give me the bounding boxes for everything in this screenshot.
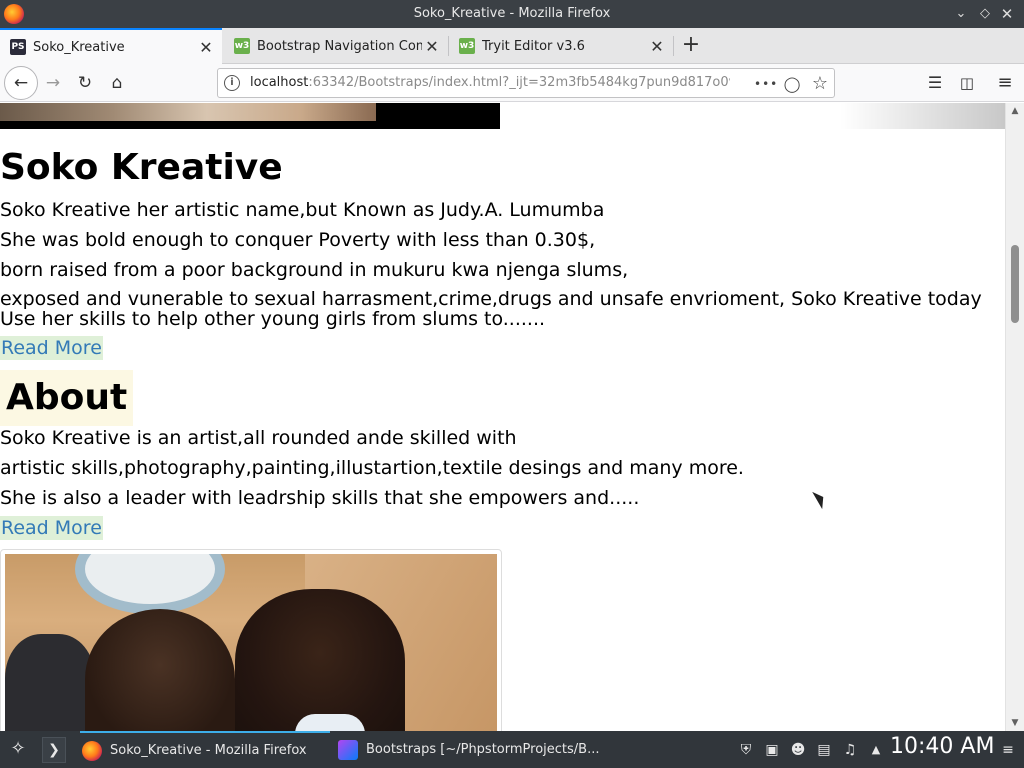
navigation-toolbar: ← → ↻ ⌂ i localhost:63342/Bootstraps/ind… — [0, 64, 1024, 102]
hamburger-menu-icon[interactable]: ≡ — [990, 68, 1020, 98]
tab-separator — [673, 36, 674, 56]
forward-button[interactable]: → — [38, 68, 68, 98]
tab-close-icon[interactable]: ✕ — [196, 38, 216, 57]
scroll-down-arrow-icon[interactable]: ▼ — [1006, 715, 1024, 731]
site-info-icon[interactable]: i — [224, 75, 240, 91]
hero-image — [0, 103, 500, 129]
about-line-1: Soko Kreative is an artist,all rounded a… — [0, 427, 517, 449]
read-more-link-2[interactable]: Read More — [0, 516, 103, 540]
tab-close-icon[interactable]: ✕ — [647, 37, 667, 56]
shield-icon[interactable]: ⛨ — [736, 740, 756, 760]
tab-bootstrap-navigation[interactable]: w3 Bootstrap Navigation Comp ✕ — [224, 28, 448, 64]
url-host: localhost — [250, 75, 309, 90]
about-heading: About — [0, 370, 134, 426]
taskbar: ✧ ❯ Soko_Kreative - Mozilla Firefox Boot… — [0, 731, 1024, 768]
about-line-2: artistic skills,photography,painting,ill… — [0, 457, 744, 479]
intro-line-4: exposed and vunerable to sexual harrasme… — [0, 288, 982, 330]
back-button[interactable]: ← — [4, 66, 38, 100]
about-line-3: She is also a leader with leadrship skil… — [0, 487, 640, 509]
window-titlebar: Soko_Kreative - Mozilla Firefox ⌄ ◇ ✕ — [0, 0, 1024, 28]
intro-line-3: born raised from a poor background in mu… — [0, 259, 629, 281]
firefox-icon — [82, 740, 102, 761]
vertical-scrollbar[interactable]: ▲ ▼ — [1005, 103, 1024, 731]
sidebar-icon[interactable]: ◫ — [952, 68, 982, 98]
url-path: :63342/Bootstraps/index.html?_ijt=32m3fb… — [308, 75, 730, 90]
page-actions-icon[interactable]: ••• — [754, 73, 777, 95]
network-icon[interactable]: ▣ — [762, 740, 782, 760]
page-heading: Soko Kreative — [0, 147, 283, 188]
taskbar-item-firefox[interactable]: Soko_Kreative - Mozilla Firefox — [80, 731, 330, 768]
phpstorm-favicon-icon: PS — [10, 39, 26, 55]
url-text[interactable]: localhost:63342/Bootstraps/index.html?_i… — [250, 75, 730, 90]
intro-line-1: Soko Kreative her artistic name,but Know… — [0, 199, 605, 221]
scroll-up-arrow-icon[interactable]: ▲ — [1006, 103, 1024, 119]
profile-photo — [5, 554, 497, 731]
tab-soko-kreative[interactable]: PS Soko_Kreative ✕ — [0, 28, 222, 64]
tab-close-icon[interactable]: ✕ — [422, 37, 442, 56]
phpstorm-icon — [338, 739, 358, 760]
bookmark-star-icon[interactable]: ☆ — [809, 73, 831, 95]
home-button[interactable]: ⌂ — [102, 68, 132, 98]
w3schools-favicon-icon: w3 — [234, 38, 250, 54]
window-title: Soko_Kreative - Mozilla Firefox — [413, 6, 611, 21]
taskbar-item-label: Soko_Kreative - Mozilla Firefox — [110, 743, 307, 758]
tab-label: Tryit Editor v3.6 — [482, 38, 585, 54]
app-launcher-icon[interactable]: ✧ — [8, 739, 28, 759]
scrollbar-thumb[interactable] — [1011, 245, 1019, 323]
clipboard-icon[interactable]: ▤ — [814, 740, 834, 760]
profile-photo-thumbnail — [0, 549, 502, 731]
read-more-link-1[interactable]: Read More — [0, 336, 103, 360]
tab-label: Soko_Kreative — [33, 39, 125, 55]
tab-label: Bootstrap Navigation Comp — [257, 38, 422, 54]
library-icon[interactable]: ☰ — [920, 68, 950, 98]
tab-tryit-editor[interactable]: w3 Tryit Editor v3.6 ✕ — [449, 28, 673, 64]
w3schools-favicon-icon: w3 — [459, 38, 475, 54]
pocket-icon[interactable]: ◯ — [781, 73, 803, 95]
show-desktop-icon[interactable]: ❯ — [42, 737, 66, 763]
tab-strip: PS Soko_Kreative ✕ w3 Bootstrap Navigati… — [0, 28, 1024, 64]
panel-menu-icon[interactable]: ≡ — [998, 740, 1018, 760]
maximize-diamond-icon[interactable]: ◇ — [974, 3, 996, 25]
volume-icon[interactable]: ♫ — [840, 740, 860, 760]
hero-gradient — [840, 103, 1005, 129]
new-tab-button[interactable]: + — [680, 32, 702, 60]
intro-line-2: She was bold enough to conquer Poverty w… — [0, 229, 596, 251]
close-window-icon[interactable]: ✕ — [996, 3, 1018, 25]
clock[interactable]: 10:40 AM — [890, 734, 994, 759]
page-content: Soko Kreative Soko Kreative her artistic… — [0, 103, 1005, 731]
reload-button[interactable]: ↻ — [70, 68, 100, 98]
taskbar-item-label: Bootstraps [~/PhpstormProjects/B... — [366, 742, 600, 757]
minimize-chevron-icon[interactable]: ⌄ — [950, 3, 972, 25]
tray-expand-icon[interactable]: ▲ — [866, 740, 886, 760]
url-bar[interactable]: i localhost:63342/Bootstraps/index.html?… — [217, 68, 835, 98]
users-icon[interactable]: ☻ — [788, 740, 808, 760]
taskbar-item-phpstorm[interactable]: Bootstraps [~/PhpstormProjects/B... — [338, 731, 600, 768]
